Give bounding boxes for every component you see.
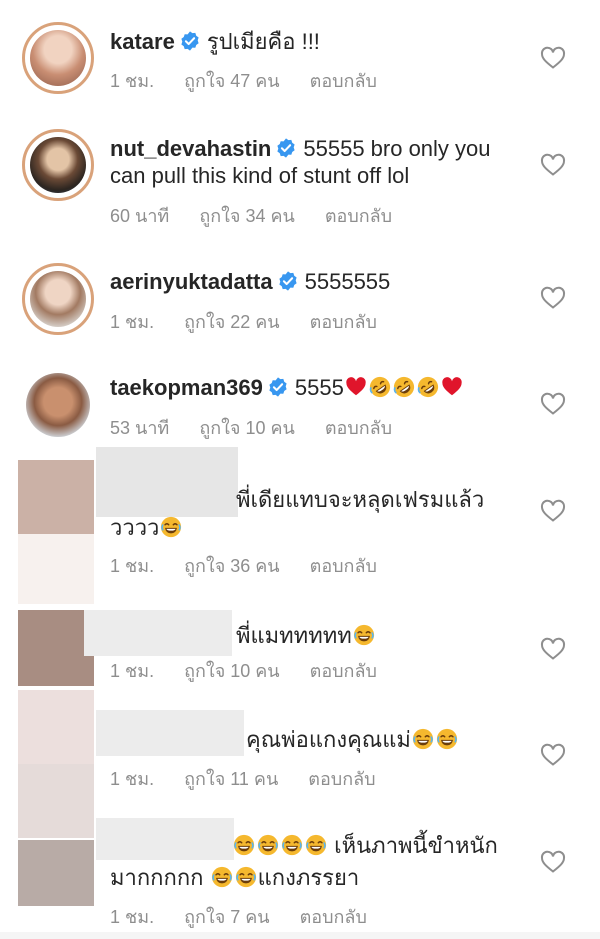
likes-count[interactable]: ถูกใจ 7 คน (184, 907, 270, 927)
bottom-divider (0, 932, 600, 939)
laugh-emoji-icon (211, 866, 233, 888)
heart-icon[interactable] (540, 850, 566, 874)
comment-text-continued: มากกกกก (110, 865, 204, 890)
redacted-username (96, 818, 234, 860)
comment-item: เห็นภาพนี้ขำหนัก มากกกกก แกงภรรยา 1 ชม. ถ… (0, 0, 600, 932)
laugh-emoji-icon (257, 834, 279, 856)
laugh-emoji-icon (305, 834, 327, 856)
comment-first-line: เห็นภาพนี้ขำหนัก (232, 830, 530, 861)
reply-button[interactable]: ตอบกลับ (300, 907, 367, 927)
comment-text-end: แกงภรรยา (257, 865, 360, 890)
comment-text: เห็นภาพนี้ขำหนัก (334, 833, 498, 858)
timestamp: 1 ชม. (110, 907, 155, 927)
laugh-emoji-icon (235, 866, 257, 888)
comment-second-line: มากกกกก แกงภรรยา (110, 862, 530, 893)
laugh-emoji-icon (281, 834, 303, 856)
comment-meta: 1 ชม. ถูกใจ 7 คน ตอบกลับ (110, 902, 397, 931)
pixelated-avatar (18, 840, 94, 906)
laugh-emoji-icon (233, 834, 255, 856)
